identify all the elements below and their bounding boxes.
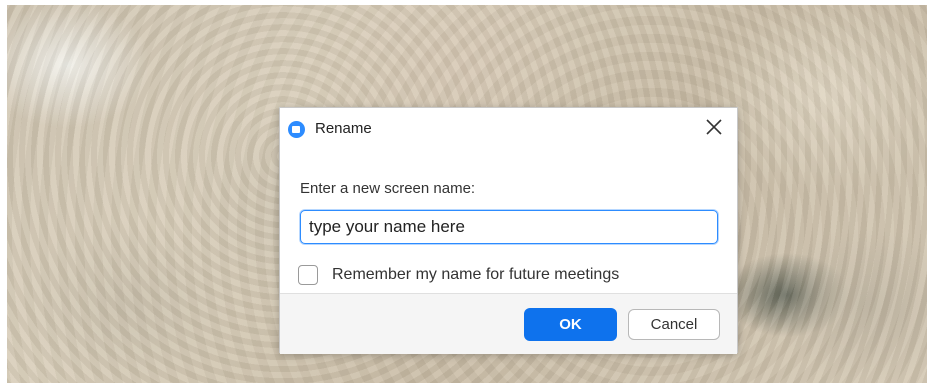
ok-button[interactable]: OK (524, 308, 617, 341)
dialog-titlebar: Rename (280, 108, 737, 148)
remember-name-row[interactable]: Remember my name for future meetings (298, 262, 619, 288)
dialog-title: Rename (315, 120, 372, 137)
remember-name-label[interactable]: Remember my name for future meetings (332, 266, 619, 284)
cancel-button[interactable]: Cancel (628, 309, 720, 340)
screen-name-input[interactable] (300, 210, 718, 244)
rename-dialog: Rename Enter a new screen name: Remember… (279, 107, 738, 354)
screen-name-prompt: Enter a new screen name: (300, 180, 476, 197)
remember-name-checkbox[interactable] (298, 265, 318, 285)
zoom-camera-icon (288, 121, 305, 138)
dialog-footer: OK Cancel (280, 293, 737, 354)
close-button[interactable] (701, 114, 727, 140)
close-icon (706, 119, 722, 135)
